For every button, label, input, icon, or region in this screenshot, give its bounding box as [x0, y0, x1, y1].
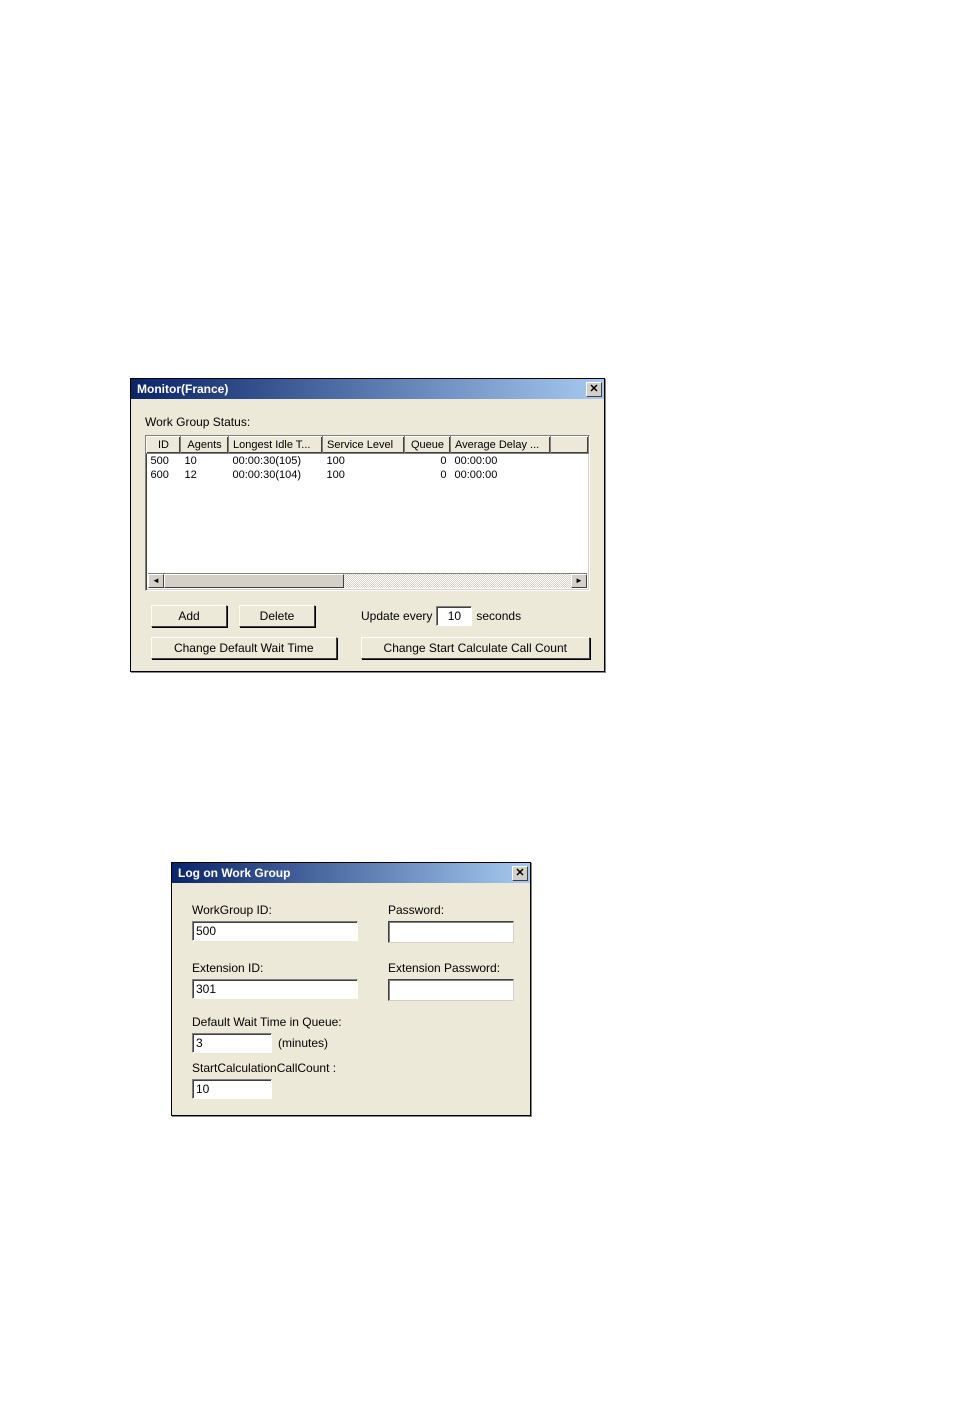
cell-id: 500: [147, 454, 181, 468]
scroll-left-icon[interactable]: ◄: [148, 574, 164, 588]
cell-id: 600: [147, 468, 181, 482]
cell-ad: 00:00:00: [451, 454, 551, 468]
cell-queue: 0: [405, 454, 451, 468]
cell-agents: 12: [181, 468, 229, 482]
workgroup-id-input[interactable]: [192, 921, 358, 941]
delete-button[interactable]: Delete: [239, 605, 315, 627]
password-label: Password:: [388, 903, 514, 917]
monitor-body: Work Group Status: ID Agents Longest Idl…: [131, 399, 604, 671]
listview-inner: ID Agents Longest Idle T... Service Leve…: [146, 436, 589, 574]
cell-sl: 100: [323, 468, 405, 482]
workgroup-status-label: Work Group Status:: [145, 415, 590, 429]
add-button[interactable]: Add: [151, 605, 227, 627]
update-every-label: Update every: [361, 609, 432, 623]
col-service-level-header[interactable]: Service Level: [323, 437, 405, 454]
workgroup-id-label: WorkGroup ID:: [192, 903, 358, 917]
change-start-calculate-call-count-button[interactable]: Change Start Calculate Call Count: [361, 637, 590, 659]
change-default-wait-time-button[interactable]: Change Default Wait Time: [151, 637, 337, 659]
scroll-track[interactable]: [164, 574, 571, 588]
table-header-row: ID Agents Longest Idle T... Service Leve…: [147, 437, 589, 454]
update-interval-input[interactable]: [436, 606, 472, 626]
monitor-row1: Add Delete Update every seconds: [145, 605, 590, 627]
col-queue-header[interactable]: Queue: [405, 437, 451, 454]
cell-queue: 0: [405, 468, 451, 482]
logon-dialog: Log on Work Group ✕ WorkGroup ID: Passwo…: [171, 862, 531, 1116]
scroll-thumb[interactable]: [164, 574, 344, 588]
start-calc-input[interactable]: [192, 1079, 272, 1099]
cell-ad: 00:00:00: [451, 468, 551, 482]
cell-agents: 10: [181, 454, 229, 468]
cell-sl: 100: [323, 454, 405, 468]
workgroup-table: ID Agents Longest Idle T... Service Leve…: [146, 436, 589, 482]
col-longest-idle-header[interactable]: Longest Idle T...: [229, 437, 323, 454]
monitor-row2: Change Default Wait Time Change Start Ca…: [145, 637, 590, 659]
extension-id-label: Extension ID:: [192, 961, 358, 975]
table-row[interactable]: 600 12 00:00:30(104) 100 0 00:00:00: [147, 468, 589, 482]
col-agents-header[interactable]: Agents: [181, 437, 229, 454]
col-average-delay-header[interactable]: Average Delay ...: [451, 437, 551, 454]
seconds-label: seconds: [476, 609, 521, 623]
minutes-label: (minutes): [278, 1036, 328, 1050]
close-icon[interactable]: ✕: [512, 866, 528, 881]
extension-password-input[interactable]: [388, 979, 514, 1001]
col-tail-header[interactable]: [551, 437, 589, 454]
extension-password-label: Extension Password:: [388, 961, 514, 975]
monitor-titlebar[interactable]: Monitor(France) ✕: [131, 379, 604, 399]
password-input[interactable]: [388, 921, 514, 943]
extension-id-input[interactable]: [192, 979, 358, 999]
table-row[interactable]: 500 10 00:00:30(105) 100 0 00:00:00: [147, 454, 589, 468]
scroll-right-icon[interactable]: ►: [571, 574, 587, 588]
logon-body: WorkGroup ID: Password: Extension ID: Ex…: [172, 883, 530, 1115]
cell-lit: 00:00:30(104): [229, 468, 323, 482]
default-wait-input[interactable]: [192, 1033, 272, 1053]
start-calc-label: StartCalculationCallCount :: [192, 1061, 514, 1075]
col-id-header[interactable]: ID: [147, 437, 181, 454]
workgroup-status-list[interactable]: ID Agents Longest Idle T... Service Leve…: [145, 435, 590, 591]
default-wait-label: Default Wait Time in Queue:: [192, 1015, 514, 1029]
close-icon[interactable]: ✕: [586, 382, 602, 397]
horizontal-scrollbar[interactable]: ◄ ►: [148, 573, 587, 588]
monitor-title-text: Monitor(France): [137, 382, 228, 396]
cell-lit: 00:00:30(105): [229, 454, 323, 468]
logon-titlebar[interactable]: Log on Work Group ✕: [172, 863, 530, 883]
logon-title-text: Log on Work Group: [178, 866, 290, 880]
monitor-dialog: Monitor(France) ✕ Work Group Status: ID …: [130, 378, 605, 672]
